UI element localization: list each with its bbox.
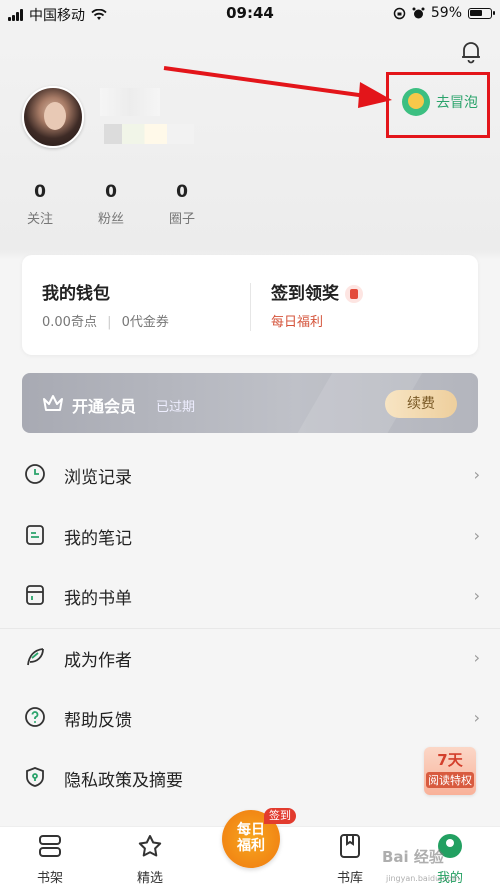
- stat-label: 关注: [26, 212, 53, 227]
- privilege-text: 阅读特权: [426, 772, 474, 788]
- tab-label: 书架: [36, 871, 63, 886]
- stat-circles[interactable]: 0 圈子: [152, 182, 212, 227]
- bubble-button[interactable]: 去冒泡: [402, 88, 478, 116]
- menu-item-notes[interactable]: 我的笔记 ›: [0, 506, 500, 566]
- library-icon: [340, 834, 360, 858]
- profile-screen: 中国移动 09:44 59% 去冒泡 0 关注 0 粉丝 0 圈子 我的钱包 0…: [0, 0, 500, 889]
- notification-bell-icon[interactable]: [458, 38, 484, 64]
- menu-label: 浏览记录: [64, 468, 132, 488]
- watermark-sub: jingyan.baidu.com: [386, 874, 460, 883]
- membership-status: 已过期: [156, 400, 196, 415]
- membership-title: 开通会员: [72, 397, 137, 416]
- annotation-arrow: [163, 66, 392, 108]
- battery-percent: 59%: [430, 5, 462, 21]
- wallet-balance: 0.00奇点 | 0代金券: [42, 315, 169, 330]
- shelf-icon: [39, 835, 61, 857]
- stat-value: 0: [105, 182, 117, 202]
- clock-icon: [25, 464, 45, 484]
- booklist-icon: [26, 585, 44, 605]
- note-icon: [26, 525, 44, 545]
- tab-label: 书库: [336, 871, 363, 886]
- chevron-right-icon: ›: [473, 526, 480, 545]
- shield-icon: [26, 767, 44, 787]
- chevron-right-icon: ›: [473, 586, 480, 605]
- menu-label: 成为作者: [64, 651, 132, 671]
- battery-icon: [468, 7, 495, 19]
- renew-button[interactable]: 续费: [385, 390, 457, 418]
- daily-welfare-line1: 每日: [237, 822, 265, 838]
- stat-fans[interactable]: 0 粉丝: [81, 182, 141, 227]
- username-blurred: [100, 88, 160, 116]
- feather-icon: [27, 648, 44, 666]
- stat-following[interactable]: 0 关注: [10, 182, 70, 227]
- wallet-card: 我的钱包 0.00奇点 | 0代金券 签到领奖 每日福利: [22, 255, 478, 355]
- stat-label: 圈子: [168, 212, 195, 227]
- tab-library[interactable]: 书库: [320, 833, 380, 886]
- menu-label: 帮助反馈: [64, 711, 132, 731]
- star-icon: [138, 835, 162, 857]
- wallet-title[interactable]: 我的钱包: [42, 279, 110, 304]
- user-info-blurred: [104, 124, 194, 144]
- menu-label: 我的笔记: [64, 529, 132, 549]
- reading-privilege-badge[interactable]: 7天 阅读特权: [424, 747, 476, 795]
- orientation-lock-icon: [393, 7, 406, 19]
- checkin-tag: 签到: [264, 808, 296, 824]
- chevron-right-icon: ›: [473, 465, 480, 484]
- crown-icon: [43, 395, 63, 411]
- red-packet-icon: [345, 285, 363, 303]
- membership-banner[interactable]: 开通会员 已过期 续费: [22, 373, 478, 433]
- avatar[interactable]: [22, 86, 84, 148]
- checkin-title-text: 签到领奖: [271, 284, 339, 304]
- stat-label: 粉丝: [97, 212, 124, 227]
- menu-item-booklist[interactable]: 我的书单 ›: [0, 566, 500, 626]
- watermark-text: Bai 经验: [382, 848, 444, 866]
- menu-label: 我的书单: [64, 589, 132, 609]
- checkin-subtitle: 每日福利: [271, 315, 324, 330]
- alarm-icon: [412, 7, 425, 18]
- chevron-right-icon: ›: [473, 708, 480, 727]
- status-bar: 中国移动 09:44 59%: [0, 0, 500, 28]
- checkin-title[interactable]: 签到领奖: [271, 279, 363, 304]
- bubble-label: 去冒泡: [436, 95, 478, 111]
- points-value: 0.00奇点: [42, 315, 97, 330]
- daily-welfare-button[interactable]: 每日 福利 签到: [222, 808, 296, 868]
- chevron-right-icon: ›: [473, 648, 480, 667]
- help-icon: [25, 707, 45, 727]
- coupons-value: 0代金券: [121, 315, 169, 330]
- privilege-days: 7天: [437, 751, 463, 769]
- tab-label: 精选: [136, 871, 163, 886]
- tab-bookshelf[interactable]: 书架: [20, 833, 80, 886]
- menu-item-help[interactable]: 帮助反馈 ›: [0, 688, 500, 748]
- stat-value: 0: [34, 182, 46, 202]
- card-divider: [250, 283, 251, 331]
- stat-value: 0: [176, 182, 188, 202]
- tab-featured[interactable]: 精选: [120, 833, 180, 886]
- bubble-avatar-icon: [402, 88, 430, 116]
- menu-label: 隐私政策及摘要: [64, 771, 183, 791]
- daily-welfare-line2: 福利: [237, 838, 265, 854]
- menu-item-become-author[interactable]: 成为作者 ›: [0, 628, 500, 688]
- menu-item-history[interactable]: 浏览记录 ›: [0, 445, 500, 505]
